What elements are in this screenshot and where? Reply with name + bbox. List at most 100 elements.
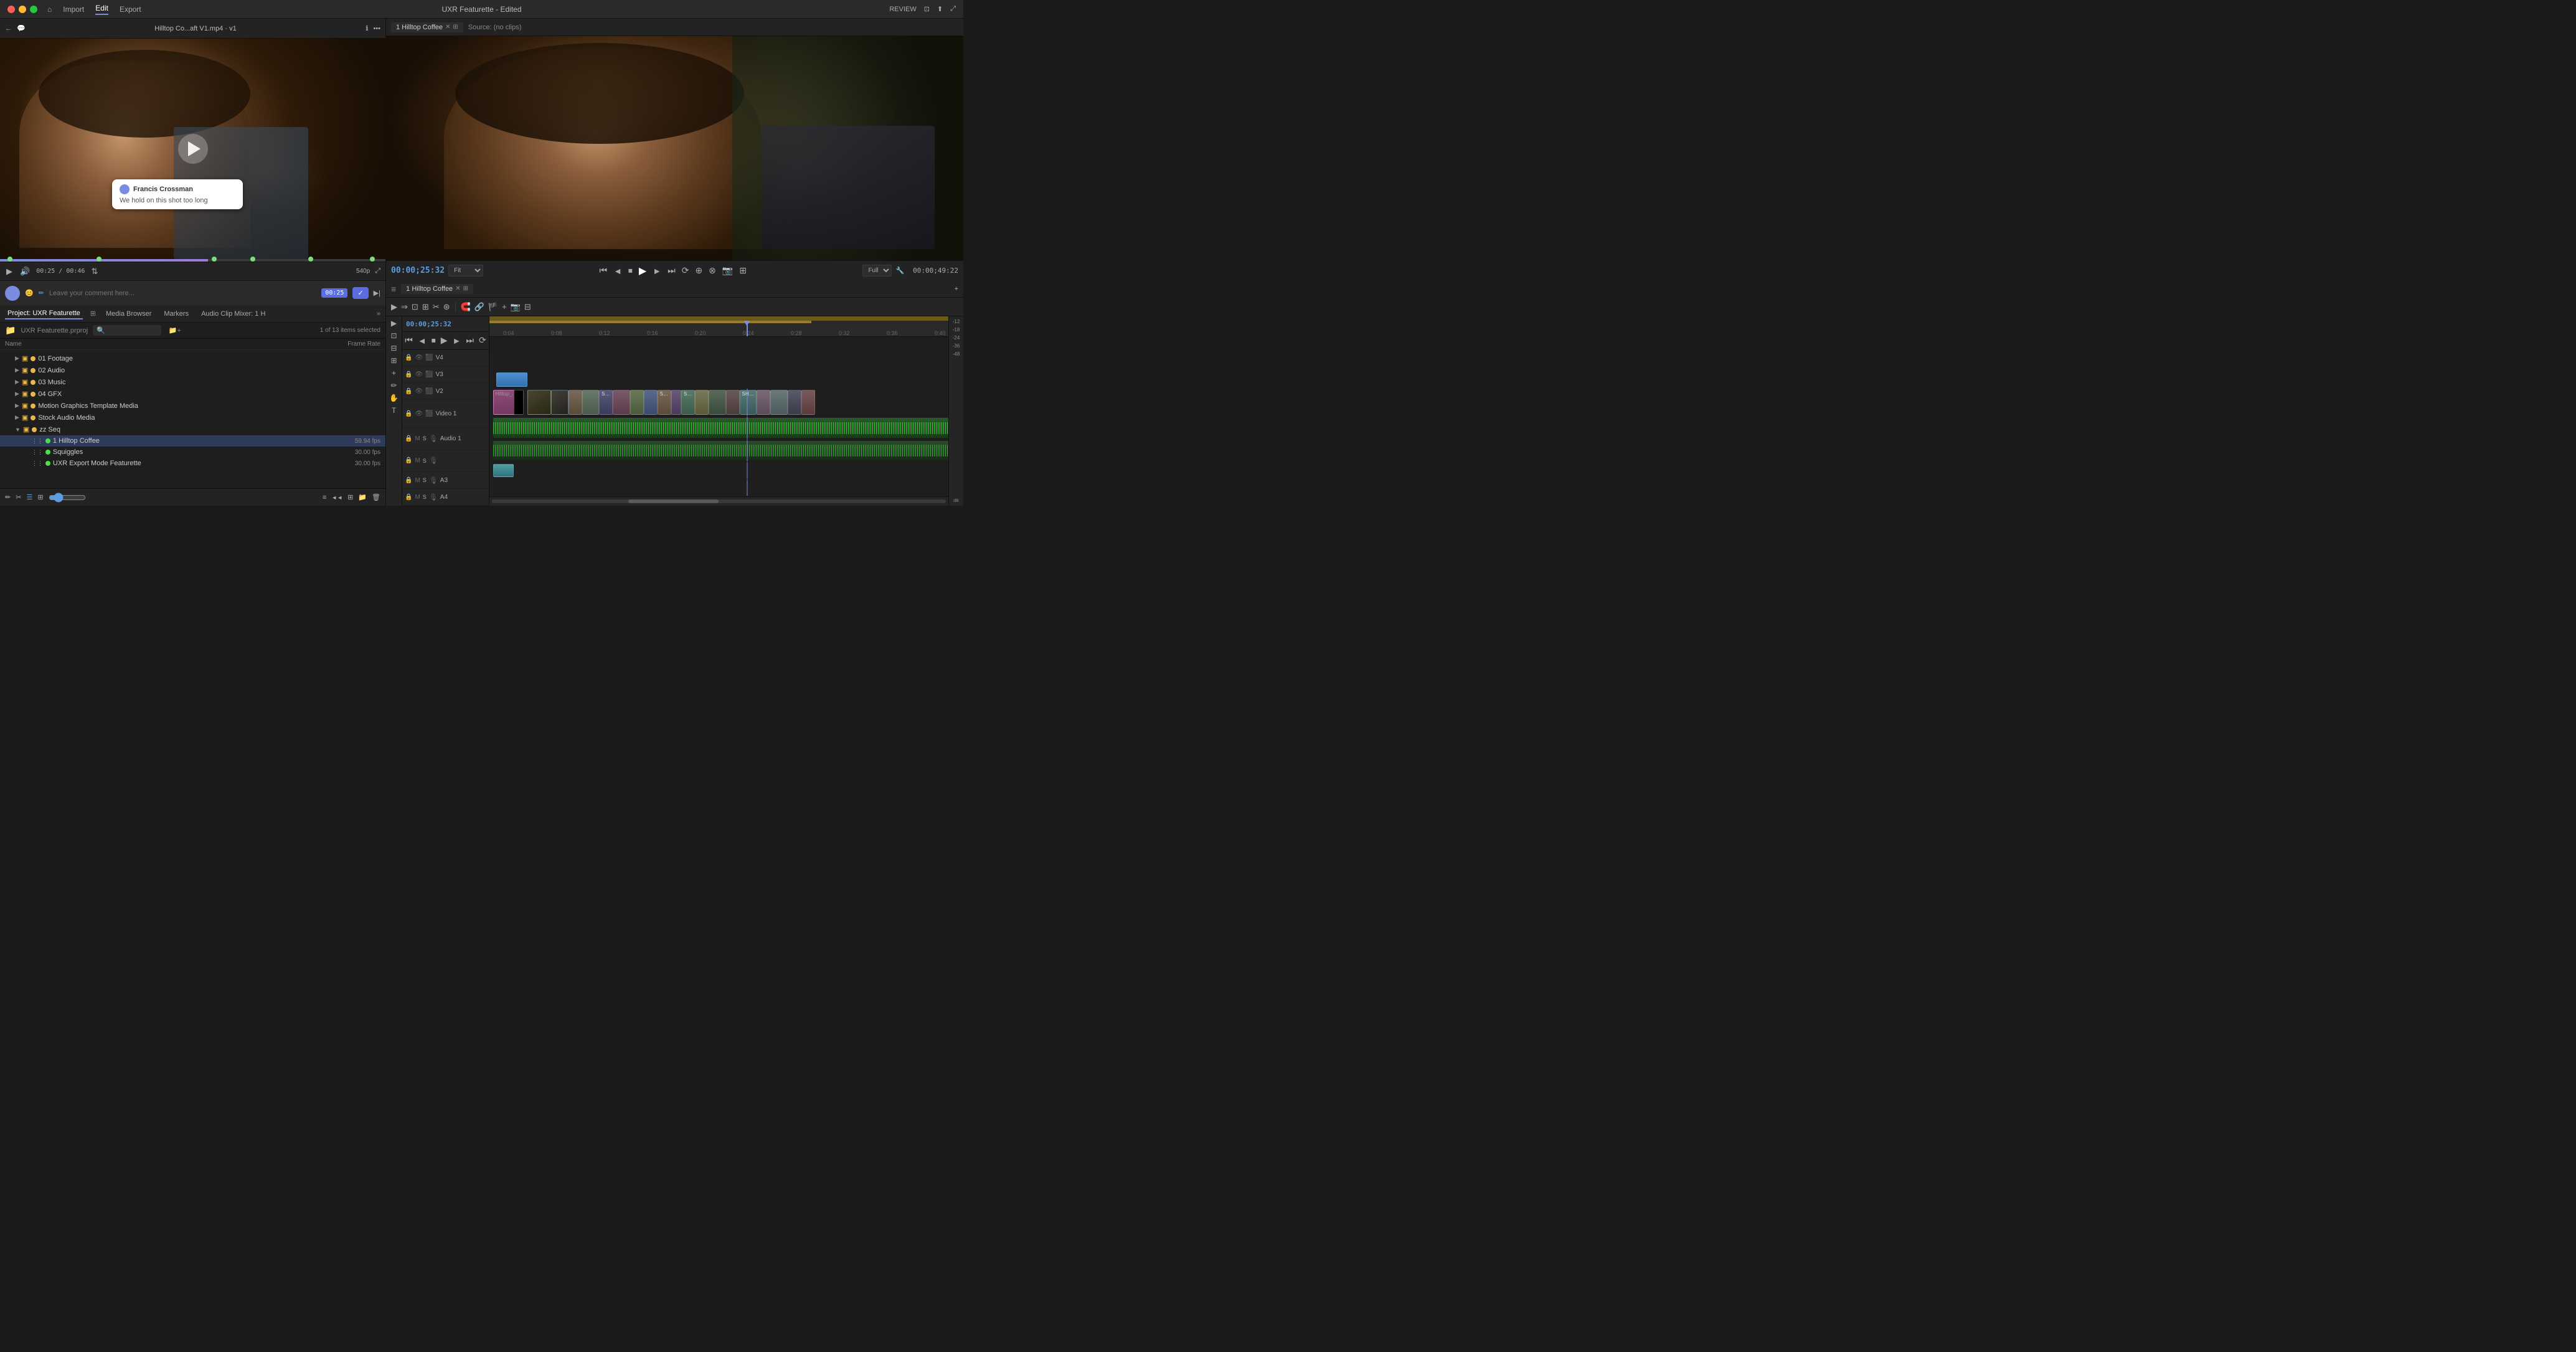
tool-track-select[interactable]: ⇒ <box>401 302 408 312</box>
clip-a3-1[interactable] <box>493 464 514 476</box>
tl-tool-text[interactable]: T <box>392 406 396 415</box>
tree-item-zz-seq[interactable]: ▼ ▣ zz Seq <box>0 423 385 435</box>
full-select[interactable]: Full 1/2 1/4 <box>862 265 892 277</box>
toggle-03-music[interactable]: ▶ <box>15 379 19 385</box>
clip-v1-12[interactable] <box>695 390 709 415</box>
tool-selection[interactable]: ▶ <box>391 302 397 312</box>
clip-v1-15[interactable]: SHGN7_5... <box>740 390 757 415</box>
clip-v1-3[interactable] <box>569 390 582 415</box>
emoji-icon[interactable]: 😊 <box>25 289 34 297</box>
loop-icon[interactable]: ⟳ <box>681 264 691 277</box>
tl-stop[interactable]: ⏹ <box>432 335 436 346</box>
review-button[interactable]: REVIEW <box>889 6 916 13</box>
lock-v4[interactable]: 🔒 <box>405 354 412 361</box>
timeline-tab[interactable]: 1 Hilltop Coffee ✕ ⊞ <box>401 284 473 294</box>
clip-v1-19[interactable] <box>801 390 815 415</box>
tl-tool-add[interactable]: + <box>392 369 396 377</box>
source-play-overlay[interactable] <box>178 134 208 164</box>
clip-v1-8[interactable] <box>644 390 658 415</box>
tl-go-out[interactable]: ⏭ <box>466 335 474 346</box>
tab-settings-icon[interactable]: ⊞ <box>90 310 96 318</box>
tool-ripple[interactable]: ⊡ <box>412 302 418 312</box>
comment-icon[interactable]: 💬 <box>17 24 26 32</box>
nav-export[interactable]: Export <box>120 5 141 14</box>
comment-send-button[interactable]: ✓ <box>352 287 368 299</box>
solo-v4[interactable]: ⬛ <box>425 354 433 361</box>
volume-icon[interactable]: 🔊 <box>19 265 31 278</box>
edit-tool-icon[interactable]: ✏ <box>5 493 11 501</box>
tree-item-02-audio[interactable]: ▶ ▣ 02 Audio <box>0 364 385 376</box>
tl-tool-v[interactable]: ▶ <box>391 319 397 328</box>
clip-v1-dark1[interactable] <box>514 390 524 415</box>
clip-v1-13[interactable] <box>709 390 726 415</box>
zoom-slider[interactable] <box>49 493 86 503</box>
clip-v1-16[interactable] <box>757 390 770 415</box>
insert-icon[interactable]: ⊕ <box>694 264 704 277</box>
eye-a3[interactable]: M <box>415 477 420 484</box>
eye-a1[interactable]: M <box>415 435 420 442</box>
tree-item-1-hilltop[interactable]: ▶ ⋮⋮ 1 Hilltop Coffee 59.94 fps <box>0 435 385 447</box>
tree-item-04-gfx[interactable]: ▶ ▣ 04 GFX <box>0 388 385 400</box>
tree-item-stock-audio[interactable]: ▶ ▣ Stock Audio Media <box>0 412 385 423</box>
clip-v1-9[interactable]: SHGN7_5... <box>658 390 671 415</box>
lock-v3[interactable]: 🔒 <box>405 371 412 378</box>
eye-v3[interactable]: 👁 <box>415 371 423 378</box>
lock-a3[interactable]: 🔒 <box>405 477 412 484</box>
eye-v1[interactable]: 👁 <box>415 410 423 417</box>
solo-a2[interactable]: S <box>423 458 427 464</box>
shuttle-icon[interactable]: ⇅ <box>90 265 99 278</box>
tool-razor[interactable]: ✂ <box>433 302 440 312</box>
clip-v1-2[interactable] <box>551 390 569 415</box>
tab-markers[interactable]: Markers <box>161 309 191 319</box>
scrollbar-track[interactable] <box>492 499 946 503</box>
tl-tool-in-out[interactable]: ⊟ <box>390 344 397 352</box>
play-button[interactable]: ▶ <box>5 265 14 278</box>
tool-captions[interactable]: ⊟ <box>524 302 531 312</box>
tree-item-squiggles[interactable]: ▶ ⋮⋮ Squiggles 30.00 fps <box>0 447 385 458</box>
tool-camera[interactable]: 📷 <box>511 302 521 312</box>
delete-icon[interactable]: 🗑 <box>372 493 380 501</box>
eye-v2[interactable]: 👁 <box>415 388 423 395</box>
go-to-in-icon[interactable]: ⏮ <box>598 264 608 277</box>
clip-v1-18[interactable] <box>788 390 801 415</box>
scrollbar-thumb[interactable] <box>628 499 719 503</box>
program-tab-settings[interactable]: ⊞ <box>453 24 458 31</box>
track-content-a4[interactable] <box>489 480 948 496</box>
info-icon[interactable]: ℹ <box>366 24 368 32</box>
solo-v3[interactable]: ⬛ <box>425 371 433 378</box>
tab-media-browser[interactable]: Media Browser <box>103 309 154 319</box>
toggle-zz-seq[interactable]: ▼ <box>15 427 21 433</box>
track-content-v1[interactable]: Hilltop_100 <box>489 389 948 417</box>
timeline-ruler[interactable]: 0:04 0:08 0:12 0:16 0:20 0:24 0:28 0:32 … <box>489 321 948 337</box>
tool-markers[interactable]: 🏴 <box>488 302 498 312</box>
panel-expand-icon[interactable]: » <box>377 310 380 318</box>
toggle-02-audio[interactable]: ▶ <box>15 367 19 374</box>
play-program-icon[interactable]: ▶ <box>638 263 648 278</box>
track-content-v3[interactable] <box>489 354 948 371</box>
eye-a2[interactable]: M <box>415 457 420 464</box>
tl-step-fwd[interactable]: ► <box>453 336 461 346</box>
tool-link[interactable]: 🔗 <box>474 302 484 312</box>
brush-icon[interactable]: ✏ <box>39 289 44 297</box>
timeline-tab-settings[interactable]: ⊞ <box>463 285 468 292</box>
clip-v1-14[interactable] <box>726 390 740 415</box>
minimize-window-button[interactable] <box>19 6 26 13</box>
sort-icon[interactable]: ≡ <box>323 494 326 501</box>
back-icon[interactable]: ← <box>5 25 12 32</box>
wrench-icon[interactable]: 🔧 <box>895 267 904 275</box>
close-window-button[interactable] <box>7 6 15 13</box>
clip-v1-17[interactable] <box>770 390 788 415</box>
solo-a4[interactable]: S <box>423 494 427 500</box>
comment-input[interactable] <box>49 290 316 297</box>
track-content-v2[interactable] <box>489 371 948 388</box>
mic-a1[interactable]: 🎙 <box>429 435 438 443</box>
tl-tool-ripple-delete[interactable]: ⊞ <box>390 356 397 365</box>
lock-v1[interactable]: 🔒 <box>405 410 412 417</box>
tl-tool-track[interactable]: ⊡ <box>390 331 397 340</box>
toggle-motion-gfx[interactable]: ▶ <box>15 402 19 409</box>
mic-a2[interactable]: 🎙 <box>429 456 438 465</box>
toggle-01-footage[interactable]: ▶ <box>15 355 19 362</box>
go-to-out-icon[interactable]: ⏭ <box>666 264 677 277</box>
tool-slip[interactable]: ⊛ <box>443 302 450 312</box>
clip-v2-1[interactable] <box>496 372 527 386</box>
